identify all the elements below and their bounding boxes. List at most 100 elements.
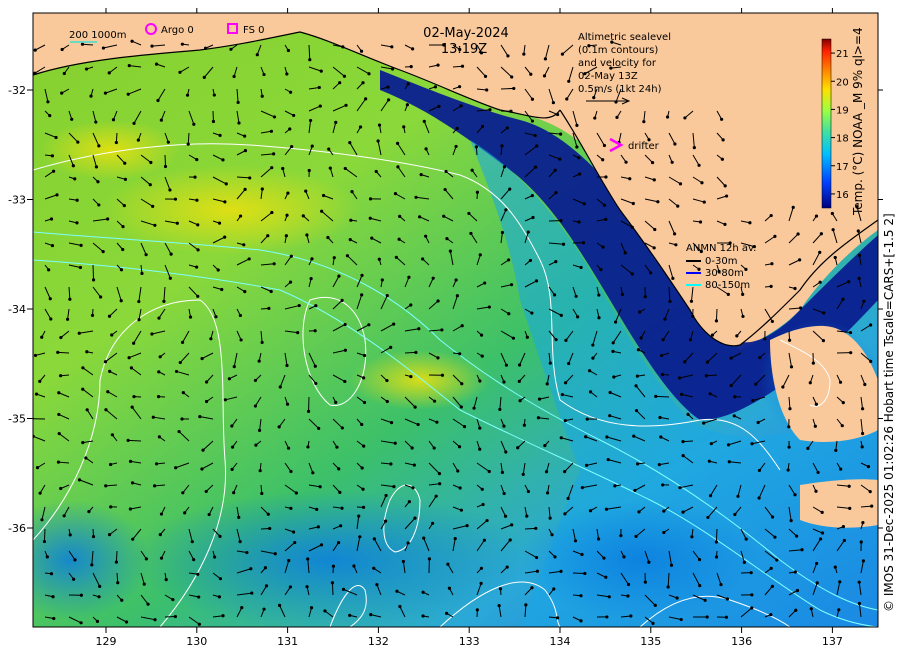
velocity-arrow-head — [443, 187, 447, 192]
velocity-arrow-head — [77, 331, 81, 335]
velocity-arrow-head — [367, 72, 371, 76]
velocity-arrow-head — [619, 534, 623, 538]
velocity-arrow-head — [440, 328, 444, 332]
velocity-arrow-head — [128, 459, 133, 463]
velocity-arrow-head — [405, 103, 409, 107]
velocity-arrow-head — [791, 205, 795, 209]
velocity-arrow-head — [724, 615, 729, 619]
velocity-arrow-head — [505, 565, 509, 569]
velocity-arrow-head — [142, 582, 146, 586]
velocity-arrow-head — [660, 372, 665, 377]
velocity-arrow-head — [848, 330, 853, 335]
velocity-arrow-head — [85, 408, 89, 412]
velocity-arrow-head — [361, 487, 365, 491]
velocity-arrow-head — [277, 425, 281, 429]
colorbar — [821, 38, 832, 209]
velocity-arrow-head — [763, 337, 767, 341]
velocity-arrow-head — [604, 175, 608, 179]
velocity-arrow-head — [604, 507, 609, 511]
velocity-arrow-head — [181, 391, 185, 395]
velocity-arrow-head — [257, 428, 262, 433]
velocity-arrow-head — [703, 598, 707, 602]
velocity-arrow-head — [831, 228, 835, 232]
colorbar-tick-label: 20 — [836, 77, 849, 88]
velocity-arrow-head — [349, 218, 353, 222]
velocity-arrow-head — [579, 619, 583, 623]
velocity-arrow-head — [652, 246, 656, 250]
velocity-arrow-head — [744, 267, 748, 272]
velocity-arrow-head — [127, 356, 131, 360]
velocity-arrow-head — [153, 618, 157, 622]
velocity-arrow-head — [500, 230, 505, 235]
velocity-arrow-head — [813, 424, 817, 428]
velocity-arrow-head — [321, 193, 326, 198]
velocity-arrow-head — [362, 444, 366, 448]
velocity-arrow-head — [518, 399, 522, 403]
velocity-arrow-head — [314, 381, 318, 386]
velocity-arrow-head — [308, 118, 313, 123]
velocity-arrow-head — [286, 191, 290, 195]
velocity-arrow-head — [159, 118, 163, 122]
velocity-arrow-head — [364, 97, 368, 101]
velocity-arrow-head — [107, 533, 112, 537]
velocity-arrow-head — [376, 139, 380, 143]
velocity-arrow-head — [52, 169, 56, 173]
velocity-arrow-head — [545, 382, 549, 386]
velocity-arrow-head — [395, 141, 400, 145]
velocity-arrow-head — [79, 593, 83, 597]
velocity-arrow-head — [411, 486, 415, 490]
velocity-arrow-head — [669, 563, 674, 567]
velocity-arrow-head — [111, 118, 116, 122]
velocity-arrow-head — [50, 154, 54, 158]
velocity-arrow-head — [834, 448, 838, 452]
velocity-arrow-head — [270, 210, 274, 215]
velocity-arrow-head — [506, 54, 510, 58]
velocity-arrow-head — [615, 115, 619, 119]
velocity-arrow-head — [390, 67, 395, 71]
velocity-arrow-head — [544, 470, 549, 474]
velocity-arrow-head — [681, 454, 685, 458]
velocity-arrow-head — [550, 533, 554, 537]
velocity-arrow-head — [459, 104, 463, 108]
velocity-arrow-head — [40, 335, 44, 339]
velocity-arrow-head — [548, 361, 552, 365]
velocity-arrow-head — [392, 485, 396, 489]
velocity-arrow-head — [530, 97, 535, 101]
velocity-arrow-head — [741, 314, 745, 319]
velocity-arrow-head — [787, 425, 791, 429]
velocity-arrow-head — [839, 467, 843, 471]
velocity-arrow-head — [848, 506, 852, 510]
velocity-arrow — [57, 351, 70, 354]
velocity-arrow-head — [678, 182, 683, 186]
velocity-arrow-head — [634, 409, 639, 413]
velocity-arrow-head — [437, 104, 441, 108]
velocity-arrow-head — [38, 379, 42, 383]
velocity-arrow-head — [174, 369, 179, 374]
velocity-arrow-head — [309, 276, 313, 281]
velocity-arrow-head — [427, 557, 431, 561]
velocity-arrow-head — [389, 345, 393, 349]
velocity-arrow-head — [99, 295, 103, 299]
velocity-arrow-head — [446, 562, 450, 566]
velocity-arrow-head — [475, 190, 480, 194]
colorbar-tick-label: 19 — [836, 105, 849, 116]
velocity-arrow-head — [267, 306, 271, 310]
velocity-arrow-head — [709, 442, 713, 446]
velocity-arrow-head — [661, 338, 665, 342]
velocity-arrow-head — [744, 537, 748, 541]
velocity-arrow-head — [334, 120, 338, 124]
velocity-arrow-head — [529, 72, 533, 76]
velocity-arrow-head — [676, 204, 680, 208]
anmn-item-label: 0-30m — [705, 256, 737, 267]
velocity-arrow-head — [775, 558, 779, 562]
velocity-arrow-head — [374, 169, 378, 174]
velocity-arrow-head — [577, 156, 581, 160]
velocity-arrow-head — [819, 232, 823, 236]
velocity-arrow-head — [511, 336, 516, 340]
velocity-arrow-head — [104, 408, 108, 412]
velocity-arrow-head — [613, 484, 617, 488]
velocity-arrow-head — [175, 221, 179, 225]
velocity-arrow-head — [288, 585, 293, 589]
lon-tick-label: 135 — [640, 635, 661, 648]
lon-tick-label: 131 — [277, 635, 298, 648]
